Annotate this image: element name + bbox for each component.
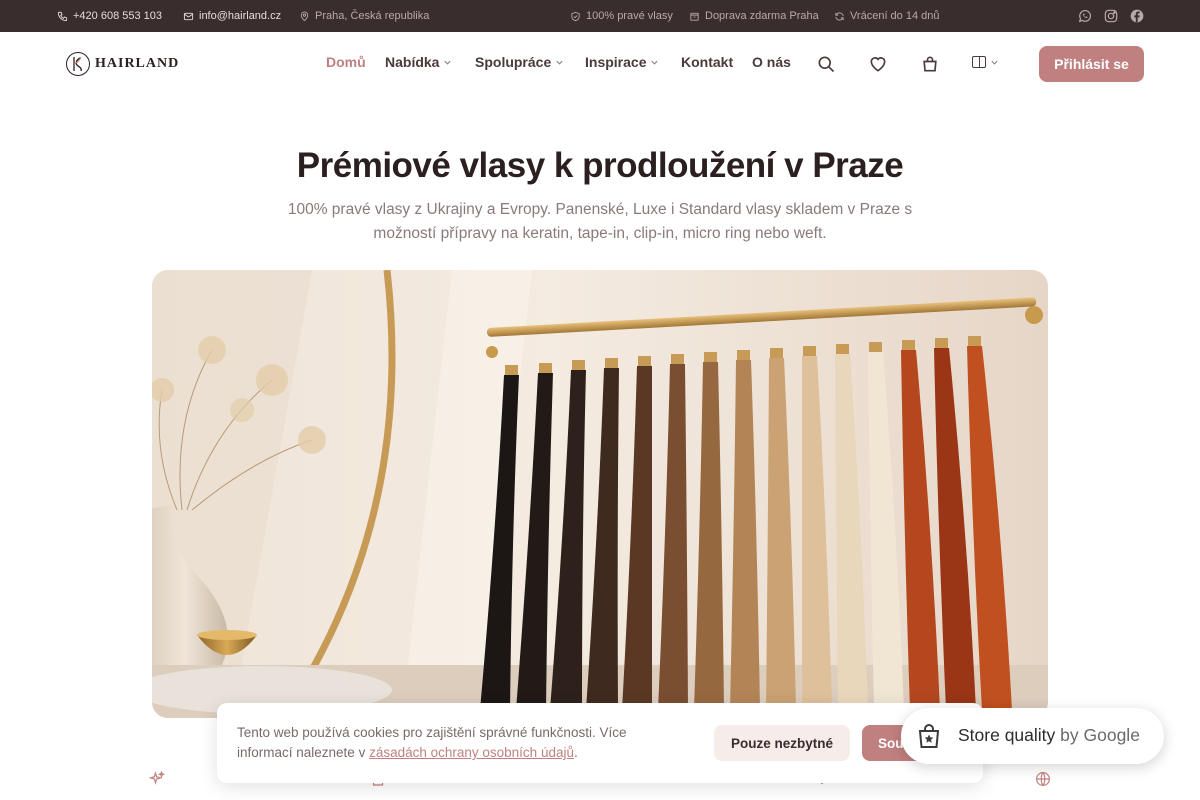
nav-cooperation[interactable]: Spolupráce [475,54,564,70]
page-title: Prémiové vlasy k prodloužení v Praze [296,146,904,185]
hero-image [152,270,1048,718]
flag-icon [972,56,986,68]
logo[interactable]: HAIRLAND [65,49,179,79]
nav-inspiration-label: Inspirace [585,54,647,70]
phone-number: +420 608 553 103 [73,10,163,22]
badge-free-shipping-text: Doprava zdarma Praha [705,10,819,22]
hair-extensions-illustration [152,270,1048,718]
globe-icon [1036,772,1050,786]
instagram-icon[interactable] [1103,8,1119,24]
store-quality-text: Store quality by Google [958,725,1140,746]
badge-free-shipping: Doprava zdarma Praha [689,0,819,32]
chevron-down-icon [651,60,659,65]
privacy-policy-link[interactable]: zásadách ochrany osobních údajů [369,745,574,760]
nav-home-label: Domů [326,54,366,70]
nav-offer[interactable]: Nabídka [385,54,452,70]
store-quality-label: Store quality [958,725,1056,745]
map-pin-icon [300,11,309,21]
main-header: HAIRLAND Domů Nabídka Spolupráce Inspira… [0,32,1200,96]
necessary-only-button[interactable]: Pouze nezbytné [714,725,850,761]
cookie-text-end: . [573,745,578,760]
phone-icon [57,11,68,21]
top-info-bar: +420 608 553 103 info@hairland.cz Praha,… [0,0,1200,32]
refresh-icon [835,11,844,21]
badge-returns-text: Vrácení do 14 dnů [850,10,940,22]
nav-home[interactable]: Domů [326,54,366,70]
language-switcher[interactable] [972,56,999,68]
email-link[interactable]: info@hairland.cz [183,0,281,32]
mail-icon [183,12,194,20]
badge-returns: Vrácení do 14 dnů [834,0,940,32]
chevron-down-icon [444,60,452,65]
cookie-banner: Tento web používá cookies pro zajištění … [217,703,983,783]
nav-offer-label: Nabídka [385,54,440,70]
logo-text: HAIRLAND [95,56,180,71]
logo-mark-icon [66,52,90,76]
bag-icon[interactable] [920,54,940,74]
badge-real-hair: 100% pravé vlasy [570,0,673,32]
sparkle-icon [148,770,166,785]
heart-icon[interactable] [868,54,888,74]
badge-real-hair-text: 100% pravé vlasy [586,10,673,22]
login-button[interactable]: Přihlásit se [1039,46,1144,82]
shopping-bag-star-icon [918,724,940,748]
chevron-down-icon [556,60,563,65]
nav-contact[interactable]: Kontakt [681,54,733,70]
email-address: info@hairland.cz [199,10,282,22]
search-icon[interactable] [816,54,836,74]
store-quality-badge[interactable]: Store quality by Google [901,708,1164,764]
nav-about[interactable]: O nás [752,54,791,70]
nav-inspiration[interactable]: Inspirace [585,54,659,70]
location: Praha, Česká republika [299,0,429,32]
location-text: Praha, Česká republika [315,10,430,22]
page-subtitle: 100% pravé vlasy z Ukrajiny a Evropy. Pa… [287,201,913,242]
phone-link[interactable]: +420 608 553 103 [57,0,162,32]
nav-cooperation-label: Spolupráce [475,54,552,70]
whatsapp-icon[interactable] [1077,8,1093,24]
box-icon [690,12,699,21]
nav-contact-label: Kontakt [681,54,734,70]
nav-about-label: O nás [752,54,791,70]
cookie-text: Tento web používá cookies pro zajištění … [237,723,677,763]
chevron-down-icon [991,60,998,65]
shield-check-icon [571,11,580,21]
by-google-label: by Google [1060,725,1140,745]
facebook-icon[interactable] [1129,8,1145,24]
